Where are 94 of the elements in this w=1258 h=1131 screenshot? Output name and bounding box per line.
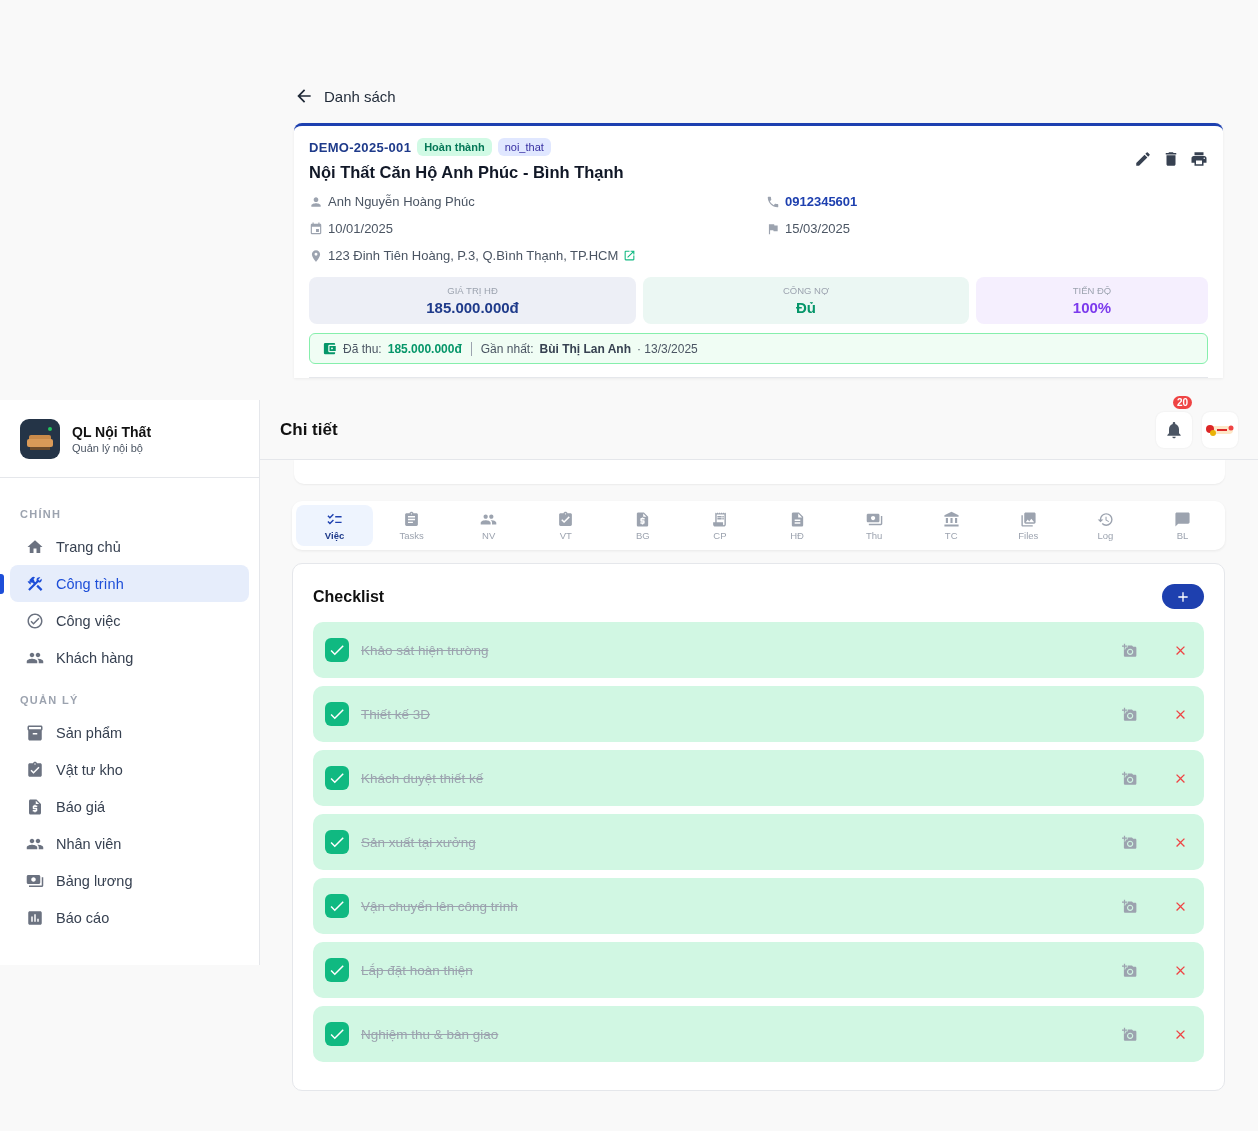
stat-label: TIẾN ĐỘ [1072,285,1112,296]
page-title: Chi tiết [280,419,338,440]
item-label: Nghiệm thu & bàn giao [361,1026,500,1042]
section-title: QUẢN LÝ [19,693,80,708]
item-label: Thiết kế 3D [361,706,432,722]
receipt-icon [711,510,729,528]
paid-label: Đã thu: [343,341,382,356]
open-map-icon[interactable] [623,249,637,262]
stat-label: GIÁ TRỊ HĐ [447,285,498,296]
dollar-document-icon [26,797,44,816]
nav-item[interactable]: Nhân viên [10,825,249,862]
paid-amount: 185.000.000đ [387,341,462,356]
checkbox[interactable] [325,894,349,918]
tools-icon [26,574,44,593]
add-photo-icon [1122,962,1137,978]
add-photo-icon [1122,898,1137,914]
item-label: Vận chuyển lên công trình [361,898,519,914]
item-label: Khách duyệt thiết kế [361,770,485,786]
avatar-button[interactable] [1202,411,1238,448]
stat-value: 100% [1072,299,1112,316]
add-photo-button[interactable] [1122,898,1137,914]
checkbox[interactable] [325,1022,349,1046]
add-photo-button[interactable] [1122,1026,1137,1042]
project-code: DEMO-2025-001 [309,139,412,155]
add-photo-button[interactable] [1122,834,1137,850]
active-indicator [0,574,4,594]
add-photo-icon [1122,834,1137,850]
nav-item[interactable]: Sản phẩm [10,714,249,751]
flag-icon [766,221,780,236]
history-icon [1096,510,1114,528]
item-label: Khảo sát hiện trường [361,642,490,658]
wallet-icon [322,341,337,356]
checkbox[interactable] [325,766,349,790]
status-badge: Hoàn thành [417,138,492,156]
latest-label: Gần nhất: [480,341,534,356]
clipboard-check-icon [557,510,575,528]
project-title: Nội Thất Căn Hộ Anh Phúc - Bình Thạnh [309,163,624,182]
latest-date: · 13/3/2025 [637,341,698,356]
add-photo-icon [1122,706,1137,722]
logo-icon [1205,422,1235,437]
photos-icon [1019,510,1037,528]
stat-value: Đủ [796,299,816,316]
add-photo-icon [1122,642,1137,658]
printer-icon [1190,150,1208,168]
app-name: QL Nội Thất [72,423,152,440]
add-photo-icon [1122,1026,1137,1042]
info-text: 10/01/2025 [328,221,394,236]
nav-item[interactable]: Vật tư kho [10,751,249,788]
add-photo-button[interactable] [1122,962,1137,978]
back-link[interactable]: Danh sách [294,84,396,108]
nav-item[interactable]: Báo cáo [10,899,249,936]
bar-chart-icon [26,908,44,927]
notifications-button[interactable] [1156,411,1192,448]
tab[interactable]: Việc [296,505,374,546]
nav-item[interactable]: Công trình [10,565,249,602]
bell-icon [1164,419,1184,440]
archive-box-icon [26,723,44,742]
stat-label: CÔNG NỢ [782,285,830,296]
info-text: Anh Nguyễn Hoàng Phúc [328,194,475,209]
item-label: Lắp đặt hoàn thiện [361,962,474,978]
checkbox[interactable] [325,958,349,982]
nav-item[interactable]: Công việc [10,602,249,639]
sofa-logo-icon [20,418,60,459]
checklist-title: Checklist [313,587,385,606]
section-title: CHÍNH [19,507,63,522]
info-text: 123 Đinh Tiên Hoàng, P.3, Q.Bình Thạnh, TP.HCM [328,248,619,263]
clipboard-check-icon [26,760,44,779]
add-photo-button[interactable] [1122,770,1137,786]
pencil-icon [1134,150,1152,168]
bank-icon [942,510,960,528]
add-button[interactable] [1162,584,1204,609]
add-photo-icon [1122,770,1137,786]
nav-item[interactable]: Bảng lương [10,862,249,899]
nav-item[interactable]: Trang chủ [10,528,249,565]
add-photo-button[interactable] [1122,642,1137,658]
nav-item[interactable]: Khách hàng [10,639,249,676]
calendar-icon [309,221,323,236]
location-pin-icon [309,248,323,263]
info-text: 15/03/2025 [785,221,851,236]
checkbox[interactable] [325,830,349,854]
latest-payer: Bùi Thị Lan Anh [539,341,632,356]
stat-value: 185.000.000đ [426,299,519,316]
checkbox[interactable] [325,702,349,726]
chat-bubble-icon [1173,510,1191,528]
checkbox[interactable] [325,638,349,662]
notification-count: 20 [1172,395,1192,409]
nav-item[interactable]: Báo giá [10,788,249,825]
phone-link[interactable]: 0912345601 [785,194,858,209]
clipboard-icon [403,510,421,528]
add-photo-button[interactable] [1122,706,1137,722]
app-subtitle: Quản lý nội bộ [72,441,144,454]
phone-icon [766,194,780,209]
item-label: Sản xuất tại xưởng [361,834,477,850]
category-badge: noi_that [497,138,551,156]
